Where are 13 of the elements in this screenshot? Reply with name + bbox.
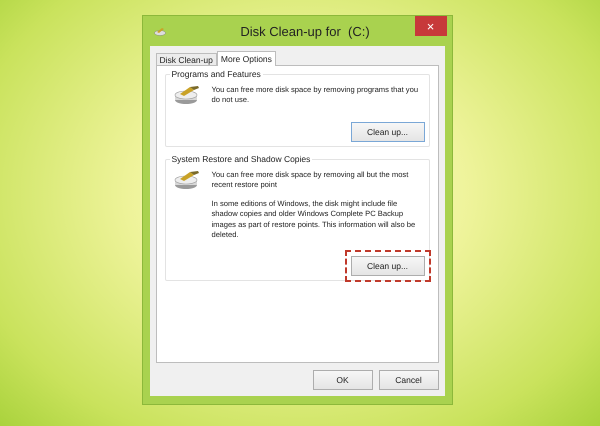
- disk-cleanup-icon: [174, 170, 200, 190]
- group-title: Programs and Features: [170, 69, 263, 79]
- close-button[interactable]: ×: [414, 16, 446, 36]
- clean-up-button[interactable]: Clean up...: [350, 256, 424, 276]
- cancel-button[interactable]: Cancel: [378, 370, 438, 390]
- window-title: Disk Clean-up for (C:): [240, 24, 370, 38]
- app-icon: [154, 26, 166, 36]
- group-title: System Restore and Shadow Copies: [170, 154, 312, 164]
- tab[interactable]: Disk Clean-up: [156, 53, 217, 66]
- clean-up-button[interactable]: Clean up...: [350, 122, 424, 142]
- disk-cleanup-icon: [174, 85, 200, 105]
- ok-button[interactable]: OK: [312, 370, 372, 390]
- tab[interactable]: More Options: [216, 51, 276, 66]
